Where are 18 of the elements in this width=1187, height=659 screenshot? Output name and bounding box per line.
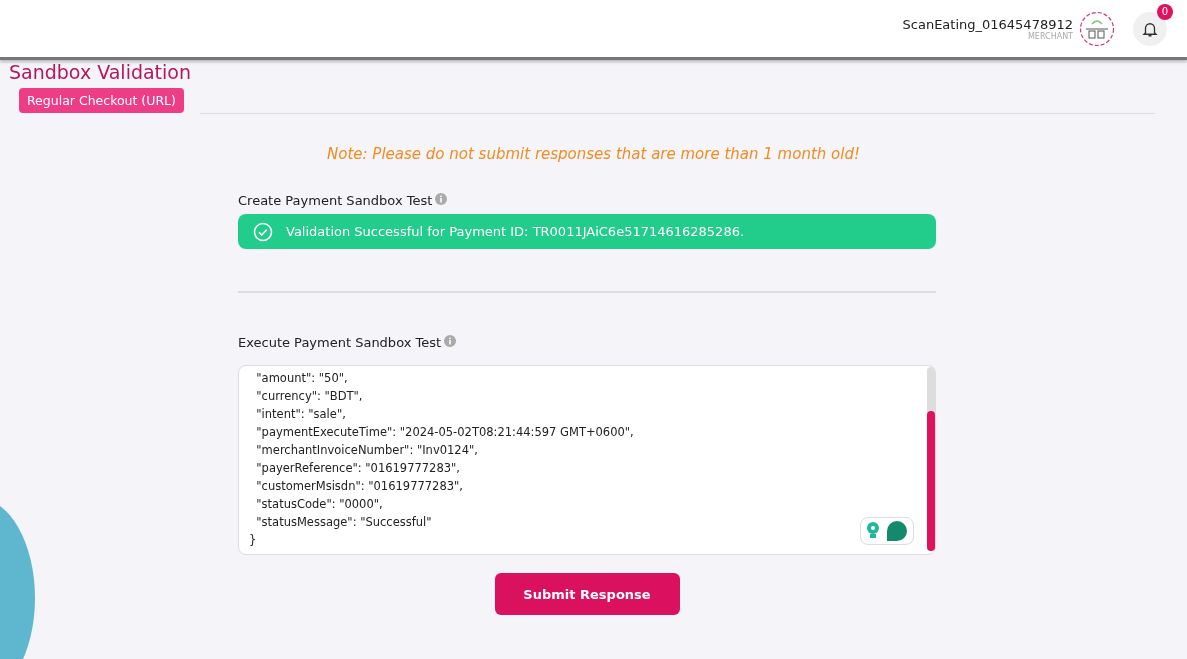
section-label: Execute Payment Sandbox Test (238, 335, 442, 350)
info-icon (435, 193, 448, 205)
info-icon (444, 335, 457, 347)
section-label: Create Payment Sandbox Test (238, 193, 433, 208)
notification-badge: 0 (1157, 3, 1173, 20)
page-title: Sandbox Validation (8, 60, 192, 84)
account-role: MERCHANT (1027, 31, 1073, 41)
lightbulb-icon (865, 521, 881, 541)
warning-note: Note: Please do not submit responses that are more than 1 month old! (326, 145, 861, 163)
check-circle-icon (253, 221, 273, 242)
submit-button[interactable]: Submit Response (494, 573, 680, 615)
tab[interactable]: Regular Checkout (URL) (19, 88, 184, 113)
assistant-widget[interactable] (860, 517, 914, 545)
merchant-logo-icon (1079, 10, 1115, 47)
account-name: ScanEating_01645478912 (902, 16, 1073, 32)
alert-message: Validation Successful for Payment ID: TR0011JAiC6e51714616285286. (286, 224, 745, 239)
chat-bubble-icon (885, 520, 909, 542)
response-text-area[interactable]: "amount": "50", "currency": "BDT", "intent": "sale", "paymentExecuteTime": "2024-05-02T08:21:44:597 GMT+0600", "merchantInvoiceNumber": "Inv0124", "payerReference": "01619777283", "customerMsisdn": "01619777283", "statusCode": "0000", "statusMessage": "Successful" } (238, 365, 936, 555)
